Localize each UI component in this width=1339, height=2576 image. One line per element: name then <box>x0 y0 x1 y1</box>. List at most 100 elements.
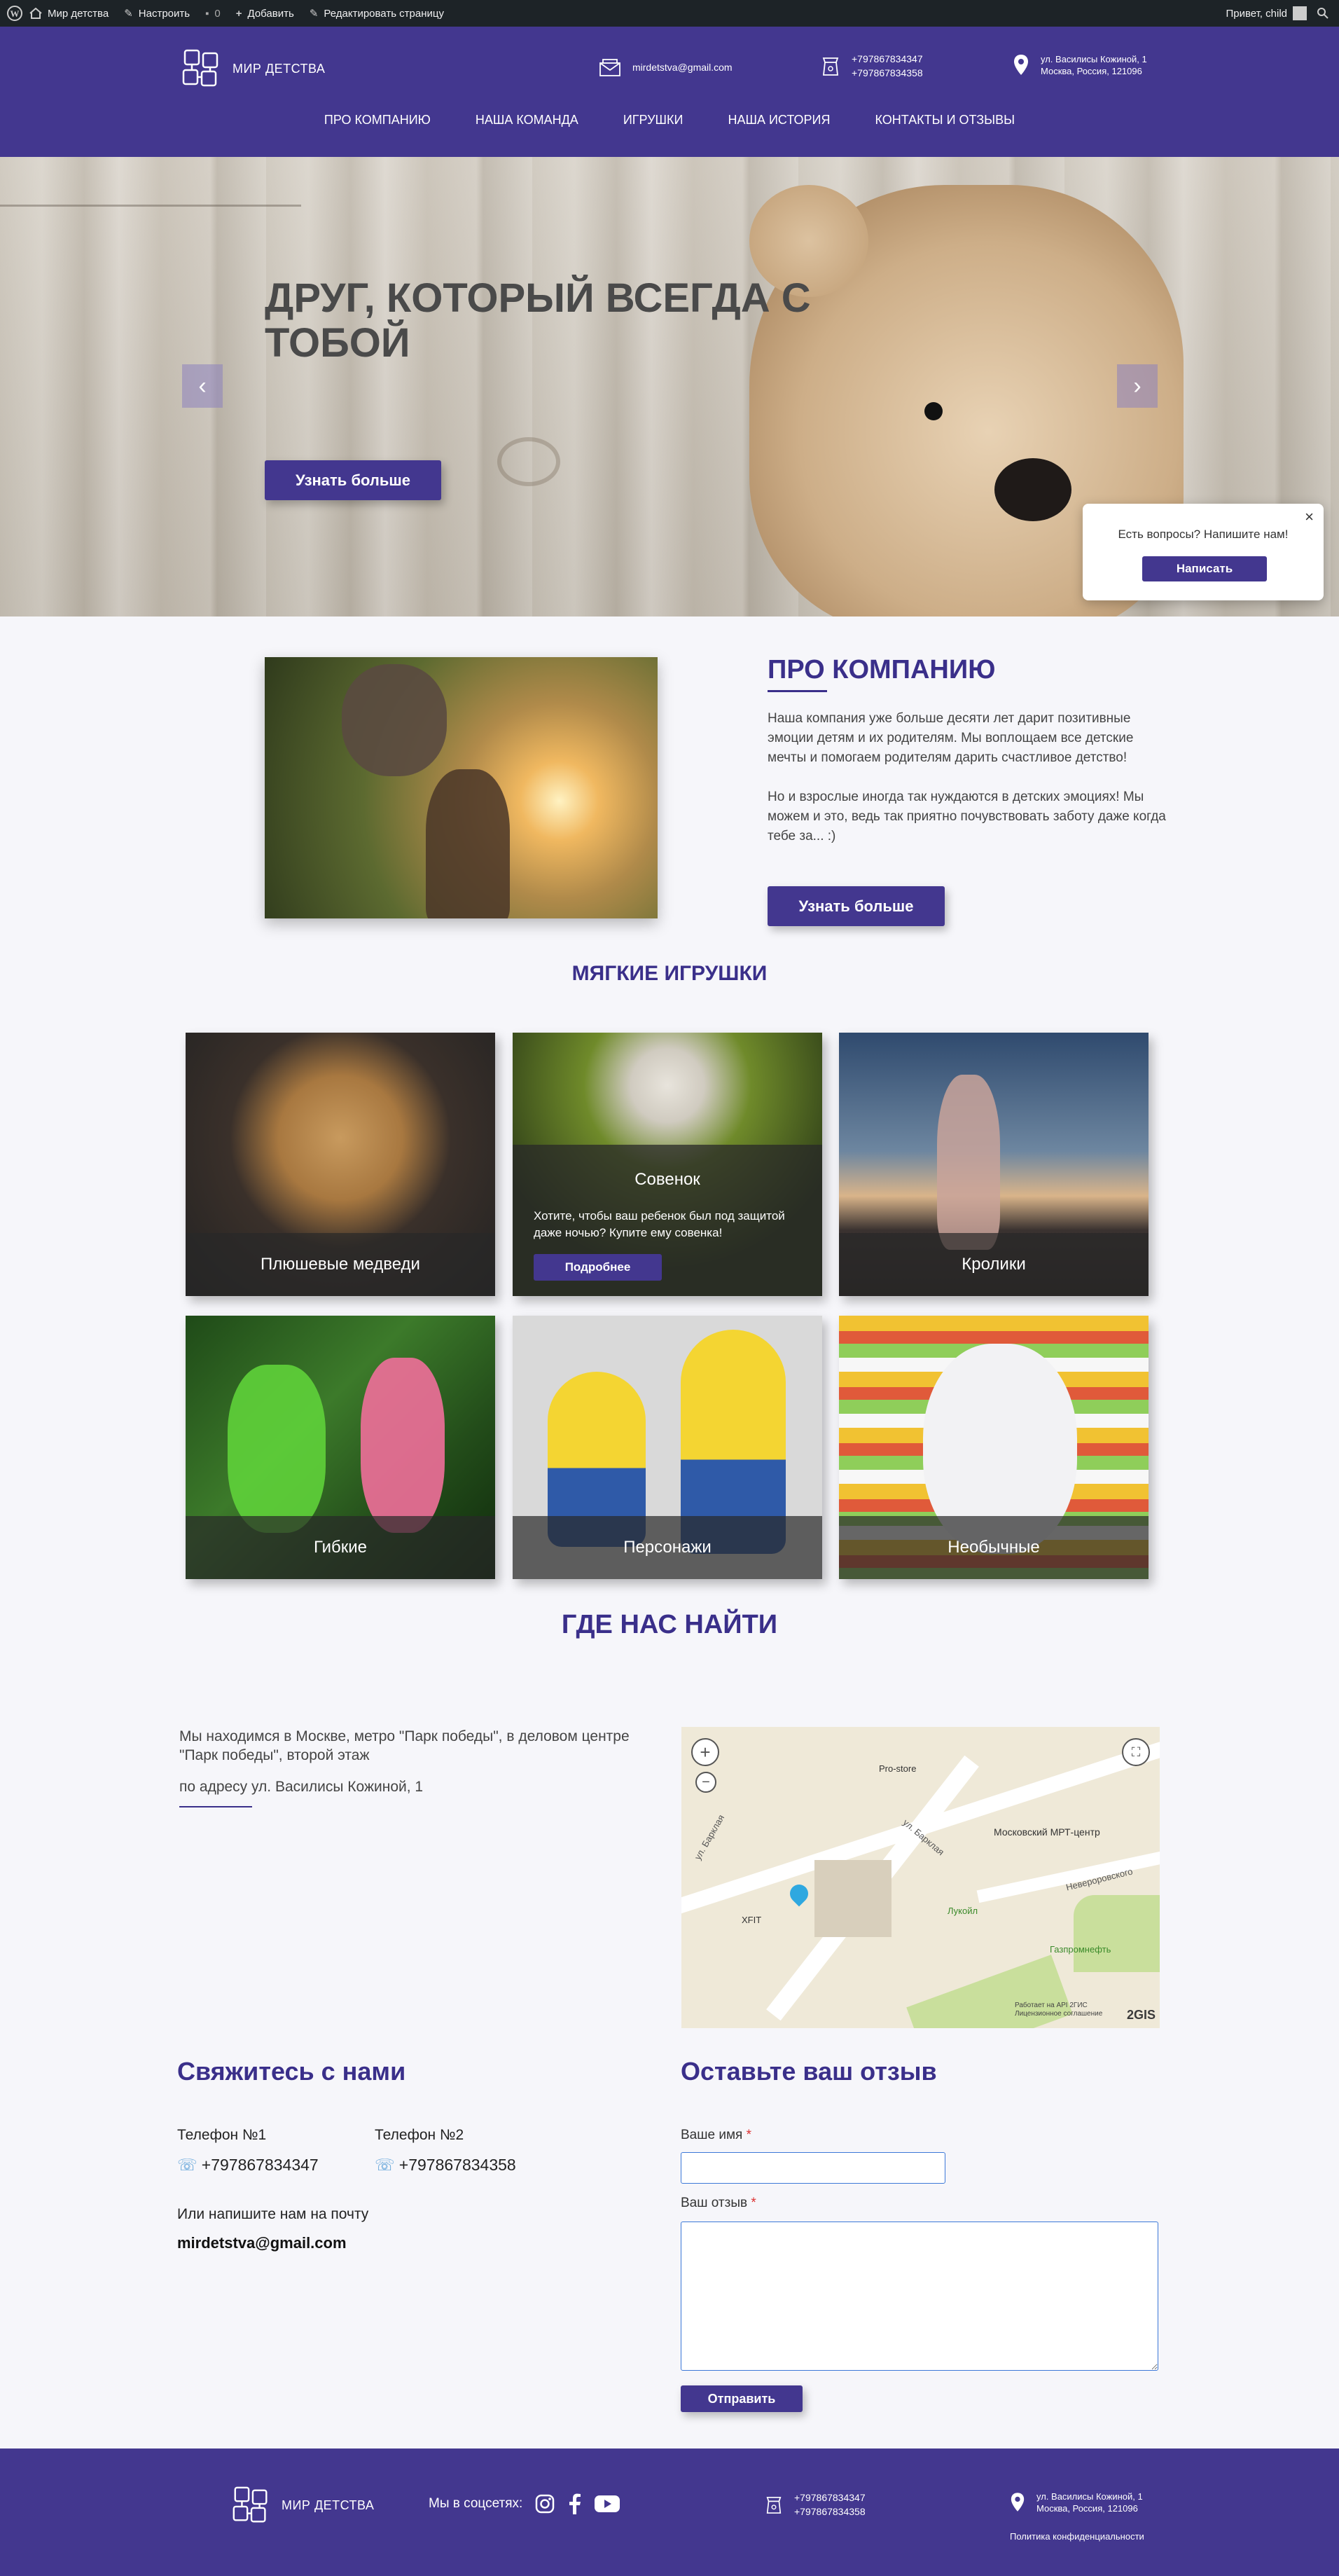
home-icon <box>29 8 42 19</box>
phone-icon <box>766 2496 782 2514</box>
phone-icon: ☏ <box>375 2156 395 2174</box>
name-label: Ваше имя * <box>681 2128 751 2143</box>
frog-figure <box>228 1365 326 1533</box>
header-address: ул. Василисы Кожиной, 1 Москва, Россия, … <box>1013 53 1147 77</box>
chat-question: Есть вопросы? Напишите нам! <box>1118 528 1289 541</box>
wordpress-icon: W <box>7 6 22 21</box>
svg-text:W: W <box>11 8 20 19</box>
chat-write-button[interactable]: Написать <box>1142 556 1267 581</box>
map-label-mrt: Московский МРТ-центр <box>994 1826 1100 1838</box>
required-mark: * <box>751 2196 756 2210</box>
nav-item-team[interactable]: НАША КОМАНДА <box>476 113 578 128</box>
site-name-link[interactable]: Мир детства <box>29 0 109 27</box>
admin-bar: W Мир детства ✎ Настроить ▪ 0 + Добавить… <box>0 0 1339 27</box>
add-new-link[interactable]: + Добавить <box>236 0 294 27</box>
toy-tile-characters[interactable]: Персонажи <box>513 1316 822 1579</box>
review-textarea[interactable] <box>681 2222 1158 2371</box>
customize-label: Настроить <box>138 7 190 20</box>
edit-page-link[interactable]: ✎ Редактировать страницу <box>310 0 444 27</box>
toy-tile-unusual[interactable]: Необычные <box>839 1316 1149 1579</box>
map-attribution-line-2[interactable]: Лицензионное соглашение <box>1015 2010 1102 2018</box>
owl-details-button[interactable]: Подробнее <box>534 1254 662 1281</box>
panther-figure <box>361 1358 445 1533</box>
phone-icon: ☏ <box>177 2156 197 2174</box>
header-email[interactable]: mirdetstva@gmail.com <box>599 57 733 77</box>
wood-crack <box>0 205 301 207</box>
search-icon[interactable] <box>1317 7 1329 20</box>
site-logo[interactable]: МИР ДЕТСТВА <box>179 46 325 91</box>
toy-tile-owl[interactable]: Совенок Хотите, чтобы ваш ребенок был по… <box>513 1033 822 1296</box>
header-phone-1: +797867834347 <box>852 53 923 64</box>
map-label-xfit: XFIT <box>742 1915 762 1925</box>
envelope-icon <box>599 59 620 76</box>
contact-email[interactable]: mirdetstva@gmail.com <box>177 2234 347 2252</box>
owl-description: Хотите, чтобы ваш ребенок был под защито… <box>534 1209 785 1239</box>
about-photo <box>265 657 658 918</box>
about-text: Наша компания уже больше десяти лет дари… <box>768 709 1167 846</box>
site-header: МИР ДЕТСТВА mirdetstva@gmail.com +797867… <box>0 27 1339 157</box>
map-label-street: ул. Барклая <box>692 1812 727 1862</box>
review-title: Оставьте ваш отзыв <box>681 2057 937 2086</box>
about-learn-more-button[interactable]: Узнать больше <box>768 886 945 926</box>
owl-title: Совенок <box>634 1170 700 1189</box>
nav-item-toys[interactable]: ИГРУШКИ <box>623 113 684 128</box>
hero-learn-more-button[interactable]: Узнать больше <box>265 460 441 500</box>
phone-2-number: +797867834358 <box>398 2156 516 2174</box>
customize-link[interactable]: ✎ Настроить <box>124 0 190 27</box>
map-park <box>1074 1895 1160 1972</box>
name-input[interactable] <box>681 2152 945 2184</box>
map-zoom-out[interactable]: − <box>695 1772 716 1793</box>
avatar <box>1293 6 1307 20</box>
submit-button[interactable]: Отправить <box>681 2385 803 2412</box>
wood-knot <box>497 437 560 486</box>
toy-tile-caption: Гибкие <box>186 1516 495 1579</box>
comments-link[interactable]: ▪ 0 <box>205 0 221 27</box>
location-pin-icon <box>1014 55 1028 75</box>
phone-1-number: +797867834347 <box>201 2156 319 2174</box>
map-widget[interactable]: + − ⛶ Pro-store Московский МРТ-центр Лук… <box>681 1727 1160 2028</box>
logo-icon <box>233 2486 268 2523</box>
map-label-prostore: Pro-store <box>879 1763 917 1774</box>
facebook-icon[interactable] <box>567 2493 581 2514</box>
slider-prev-arrow[interactable]: ‹ <box>182 364 223 408</box>
main-nav: ПРО КОМПАНИЮ НАША КОМАНДА ИГРУШКИ НАША И… <box>0 113 1339 128</box>
nav-item-about[interactable]: ПРО КОМПАНИЮ <box>324 113 431 128</box>
privacy-policy-link[interactable]: Политика конфиденциальности <box>1010 2531 1144 2542</box>
toy-tile-caption: Плюшевые медведи <box>186 1233 495 1296</box>
phone-1[interactable]: ☏ +797867834347 <box>177 2156 319 2175</box>
nav-item-contacts[interactable]: КОНТАКТЫ И ОТЗЫВЫ <box>875 113 1015 128</box>
footer-phone-1: +797867834347 <box>794 2492 866 2503</box>
email-text: mirdetstva@gmail.com <box>632 62 733 73</box>
phone-2[interactable]: ☏ +797867834358 <box>375 2156 516 2175</box>
footer-phones[interactable]: +797867834347 +797867834358 <box>765 2491 866 2519</box>
location-pin-icon <box>1011 2493 1025 2512</box>
chat-close-icon[interactable]: × <box>1305 508 1314 526</box>
toys-title: МЯГКИЕ ИГРУШКИ <box>571 962 768 985</box>
footer-logo-text: МИР ДЕТСТВА <box>282 2498 375 2512</box>
toy-tile-rabbits[interactable]: Кролики <box>839 1033 1149 1296</box>
fullscreen-icon[interactable]: ⛶ <box>1122 1738 1150 1766</box>
logo-text: МИР ДЕТСТВА <box>233 61 326 76</box>
review-label: Ваш отзыв * <box>681 2196 756 2211</box>
toy-tile-teddy[interactable]: Плюшевые медведи <box>186 1033 495 1296</box>
youtube-icon[interactable] <box>594 2494 620 2514</box>
contacts-title: Свяжитесь с нами <box>177 2057 406 2086</box>
about-title-underline <box>768 690 827 692</box>
account-menu[interactable]: Привет, child <box>1226 6 1307 20</box>
wp-logo-menu[interactable]: W <box>7 0 22 27</box>
footer-logo[interactable]: МИР ДЕТСТВА <box>230 2484 374 2527</box>
instagram-icon[interactable] <box>535 2494 555 2514</box>
slider-next-arrow[interactable]: › <box>1117 364 1158 408</box>
social-block: Мы в соцсетях: <box>429 2493 620 2514</box>
edit-page-label: Редактировать страницу <box>324 7 444 20</box>
header-phones[interactable]: +797867834347 +797867834358 <box>821 52 923 80</box>
footer-address-line-2: Москва, Россия, 121096 <box>1036 2503 1138 2514</box>
address-underline <box>179 1806 252 1807</box>
map-zoom-in[interactable]: + <box>691 1738 719 1766</box>
toy-tile-flexible[interactable]: Гибкие <box>186 1316 495 1579</box>
toy-tile-caption: Необычные <box>839 1516 1149 1579</box>
nav-item-history[interactable]: НАША ИСТОРИЯ <box>728 113 830 128</box>
about-paragraph-1: Наша компания уже больше десяти лет дари… <box>768 711 1134 765</box>
footer-phone-2: +797867834358 <box>794 2506 866 2517</box>
chat-widget: × Есть вопросы? Напишите нам! Написать <box>1083 504 1324 600</box>
